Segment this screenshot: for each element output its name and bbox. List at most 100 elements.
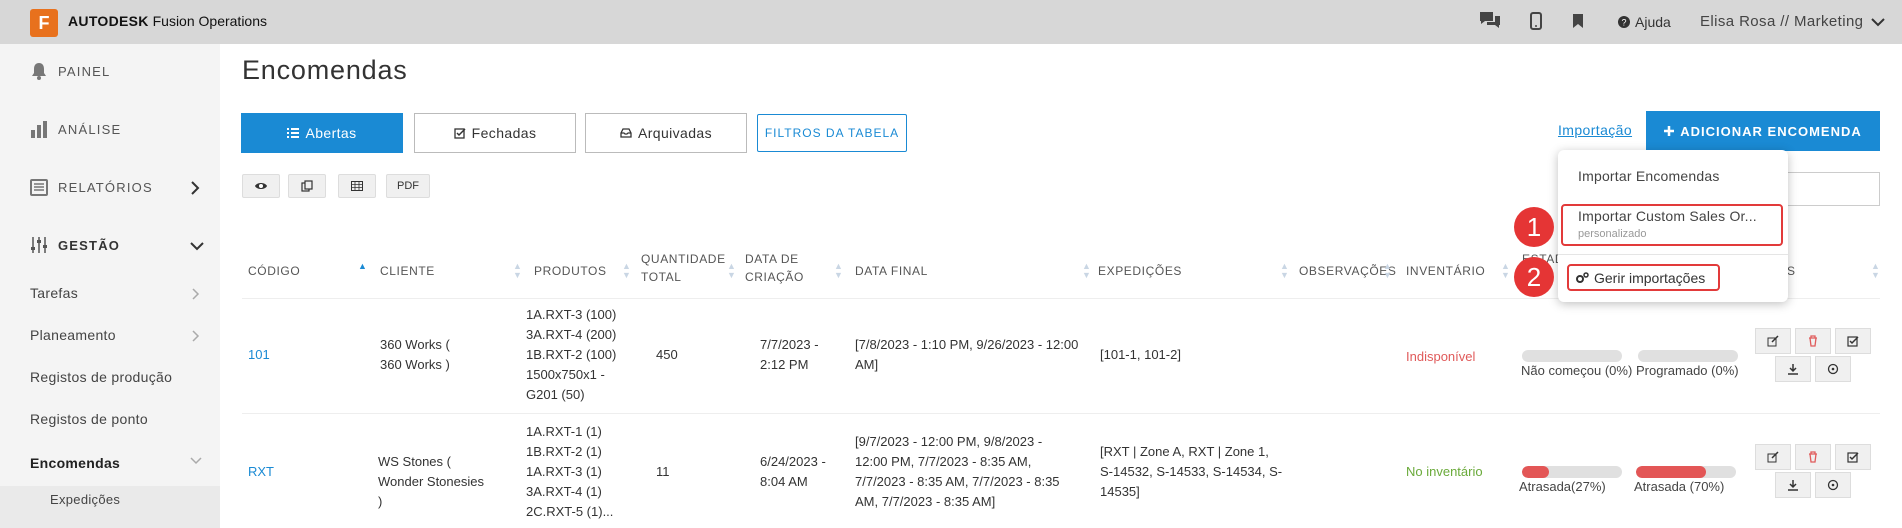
chevron-down-icon[interactable] (190, 241, 204, 251)
chat-icon[interactable] (1478, 10, 1502, 30)
sidebar-item-label: ANÁLISE (58, 121, 122, 137)
production-progress-label: Não começou (0%) (1521, 363, 1633, 378)
schedule-progress-label: Atrasada (70%) (1634, 479, 1725, 494)
sidebar-item-relatorios[interactable]: RELATÓRIOS (30, 178, 153, 196)
more-options-button[interactable] (1815, 472, 1851, 498)
sidebar-sub-tarefas[interactable]: Tarefas (30, 285, 78, 301)
fusion-logo[interactable]: F (30, 9, 58, 37)
svg-text:?: ? (1621, 18, 1626, 28)
help-icon: ? (1618, 16, 1630, 28)
final-date-cell: [9/7/2023 - 12:00 PM, 9/8/2023 -12:00 PM… (855, 434, 1060, 509)
header-codigo[interactable]: CÓDIGO (248, 262, 300, 280)
progress-fill (1522, 466, 1549, 478)
quantity-cell: 450 (656, 347, 678, 362)
checkbox-icon (1847, 336, 1859, 347)
user-menu[interactable]: Elisa Rosa // Marketing (1700, 13, 1886, 30)
top-bar: F AUTODESK Fusion Operations ? Ajuda Eli… (0, 0, 1902, 44)
header-inventario[interactable]: INVENTÁRIO (1406, 262, 1485, 280)
client-cell: 360 Works (360 Works ) (380, 337, 450, 372)
edit-icon (1767, 335, 1779, 347)
sort-icon[interactable]: ▲ ▼ (513, 262, 522, 280)
sidebar-item-gestao[interactable]: GESTÃO (30, 236, 120, 254)
edit-button[interactable] (1755, 444, 1791, 470)
header-data-criacao[interactable]: DATA DE CRIAÇÃO (745, 250, 804, 286)
view-button[interactable] (242, 174, 280, 198)
download-button[interactable] (1775, 472, 1811, 498)
header-cliente[interactable]: CLIENTE (380, 262, 435, 280)
close-order-button[interactable] (1835, 444, 1871, 470)
row-separator (242, 413, 1880, 414)
sort-icon[interactable]: ▲ ▼ (1871, 262, 1880, 280)
tab-arquivadas-label: Arquivadas (637, 125, 713, 141)
header-produtos[interactable]: PRODUTOS (534, 262, 607, 280)
delete-button[interactable] (1795, 328, 1831, 354)
copy-icon (301, 180, 313, 192)
import-custom-sales-item[interactable]: Importar Custom Sales Or... (1578, 208, 1757, 224)
sidebar-sub-registos-ponto[interactable]: Registos de ponto (30, 411, 148, 427)
sidebar-sub-planeamento[interactable]: Planeamento (30, 327, 116, 343)
add-order-button[interactable]: ADICIONAR ENCOMENDA (1646, 111, 1880, 151)
schedule-progress-bar (1636, 466, 1736, 478)
pdf-button[interactable]: PDF (386, 174, 430, 198)
trash-icon (1809, 451, 1817, 463)
sidebar-item-analise[interactable]: ANÁLISE (30, 120, 121, 138)
step-badge-1: 1 (1514, 207, 1554, 247)
eye-icon (255, 183, 267, 189)
header-last-partial[interactable]: S (1787, 262, 1796, 280)
sidebar-item-painel[interactable]: PAINEL (30, 62, 110, 80)
sidebar-sub-expedicoes[interactable]: Expedições (50, 492, 120, 507)
table-filters-button[interactable]: FILTROS DA TABELA (757, 114, 907, 152)
delete-button[interactable] (1795, 444, 1831, 470)
sort-icon[interactable]: ▲ ▼ (1280, 262, 1289, 280)
search-input[interactable] (1780, 172, 1880, 206)
products-cell: 1A.RXT-1 (1) 1B.RXT-2 (1) 1A.RXT-3 (1) 3A.R… (526, 424, 614, 519)
download-icon (1788, 364, 1798, 375)
bookmark-icon[interactable] (1573, 14, 1583, 28)
close-order-button[interactable] (1835, 328, 1871, 354)
manage-imports-item[interactable]: Gerir importações (1567, 264, 1720, 291)
add-order-label: ADICIONAR ENCOMENDA (1680, 123, 1862, 139)
header-observacoes[interactable]: OBSERVAÇÕES (1299, 262, 1397, 280)
header-quantidade[interactable]: QUANTIDADE TOTAL (641, 250, 726, 286)
sort-asc-icon[interactable]: ▲ (358, 262, 367, 271)
help-link[interactable]: ? Ajuda (1618, 14, 1671, 30)
sort-icon[interactable]: ▲ ▼ (622, 262, 631, 280)
step-badge-2: 2 (1514, 257, 1554, 297)
inbox-icon (620, 128, 632, 138)
tab-abertas[interactable]: Abertas (241, 113, 403, 153)
more-options-button[interactable] (1815, 356, 1851, 382)
order-code-link[interactable]: RXT (248, 462, 274, 482)
tab-fechadas[interactable]: Fechadas (414, 113, 576, 153)
tab-fechadas-label: Fechadas (471, 125, 537, 141)
production-progress-bar (1522, 466, 1622, 478)
header-expedicoes[interactable]: EXPEDIÇÕES (1098, 262, 1182, 280)
sort-icon[interactable]: ▲ ▼ (1082, 262, 1091, 280)
sort-icon[interactable]: ▲ ▼ (834, 262, 843, 280)
dropdown-divider (1558, 254, 1788, 255)
chevron-right-icon[interactable] (190, 181, 200, 195)
gears-icon (1576, 271, 1589, 283)
header-data-final[interactable]: DATA FINAL (855, 262, 928, 280)
sort-icon[interactable]: ▲ ▼ (1501, 262, 1510, 280)
sidebar-sub-registos-producao[interactable]: Registos de produção (30, 369, 172, 385)
sort-icon[interactable]: ▲ ▼ (727, 262, 736, 280)
brand-bold: AUTODESK (68, 13, 149, 29)
sort-icon[interactable]: ▲ ▼ (1383, 262, 1392, 280)
spreadsheet-button[interactable] (338, 174, 376, 198)
sidebar-item-label: GESTÃO (58, 237, 121, 253)
copy-button[interactable] (288, 174, 326, 198)
inventory-status: No inventário (1406, 464, 1483, 479)
import-orders-item[interactable]: Importar Encomendas (1578, 168, 1720, 184)
quantity-cell: 11 (656, 464, 670, 479)
brand-rest: Fusion Operations (148, 13, 268, 29)
importacao-link[interactable]: Importação (1558, 122, 1632, 138)
chevron-down-icon (190, 457, 202, 465)
order-code-link[interactable]: 101 (248, 345, 270, 365)
products-cell: 1A.RXT-3 (100) 3A.RXT-4 (200) 1B.RXT-2 (10… (526, 307, 617, 402)
edit-button[interactable] (1755, 328, 1791, 354)
tab-arquivadas[interactable]: Arquivadas (585, 113, 747, 153)
mobile-icon[interactable] (1530, 12, 1542, 30)
chevron-right-icon (192, 330, 200, 342)
sidebar-sub-encomendas[interactable]: Encomendas (30, 455, 120, 471)
download-button[interactable] (1775, 356, 1811, 382)
